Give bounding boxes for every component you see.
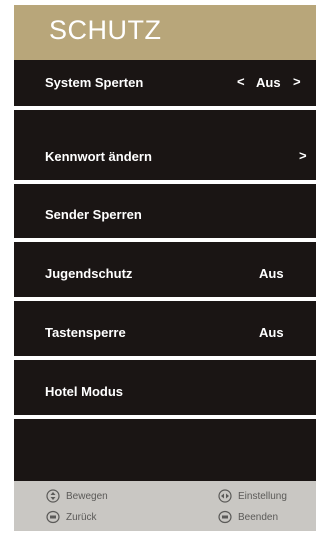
hint-back: Zurück xyxy=(46,510,97,524)
right-arrow-icon[interactable]: > xyxy=(293,74,301,89)
hint-back-label: Zurück xyxy=(66,511,97,523)
leftright-icon xyxy=(218,489,232,503)
hint-exit-label: Beenden xyxy=(238,511,279,523)
exit-key-icon xyxy=(218,510,232,524)
menu-item-value: Aus xyxy=(259,325,284,340)
menu-item-hotel-mode[interactable]: Hotel Modus xyxy=(14,369,316,419)
left-arrow-icon[interactable]: < xyxy=(237,74,245,89)
menu-key-icon xyxy=(46,510,60,524)
menu-item-label: Jugendschutz xyxy=(45,266,133,281)
hint-move: Bewegen xyxy=(46,489,108,503)
hint-exit: Beenden xyxy=(218,510,278,524)
protection-menu-panel: SCHUTZ System Sperten < Aus > Kennwort ä… xyxy=(14,5,316,531)
menu-item-change-password[interactable]: Kennwort ändern > xyxy=(14,134,316,184)
key-hint-bar: Bewegen Zurück Einstellung Beenden xyxy=(14,481,316,531)
updown-icon xyxy=(46,489,60,503)
menu-item-label: Sender Sperren xyxy=(45,207,142,222)
menu-item-value: Aus xyxy=(259,266,284,281)
hint-setting: Einstellung xyxy=(218,489,287,503)
menu-item-system-lock[interactable]: System Sperten < Aus > xyxy=(14,60,316,110)
menu-item-label: Kennwort ändern xyxy=(45,149,152,164)
hint-setting-label: Einstellung xyxy=(238,490,287,502)
menu-item-channel-lock[interactable]: Sender Sperren xyxy=(14,192,316,242)
hint-move-label: Bewegen xyxy=(66,490,108,502)
menu-item-label: System Sperten xyxy=(45,75,144,90)
menu-item-value: Aus xyxy=(256,75,281,90)
menu-item-parental-control[interactable]: Jugendschutz Aus xyxy=(14,251,316,301)
menu-header: SCHUTZ xyxy=(14,5,316,60)
menu-item-label: Tastensperre xyxy=(45,325,126,340)
menu-item-label: Hotel Modus xyxy=(45,384,123,399)
page-title: SCHUTZ xyxy=(49,15,162,45)
right-arrow-icon[interactable]: > xyxy=(299,148,307,163)
menu-item-key-lock[interactable]: Tastensperre Aus xyxy=(14,310,316,360)
empty-menu-row xyxy=(14,427,316,483)
